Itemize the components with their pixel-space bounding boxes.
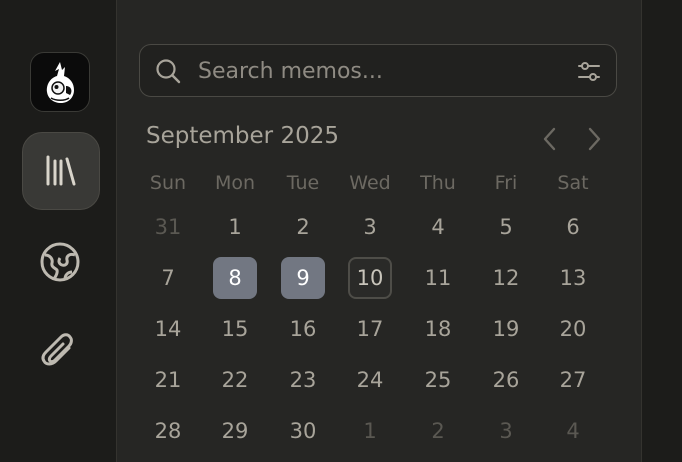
calendar-day[interactable]: 18	[416, 308, 460, 350]
calendar-day[interactable]: 1	[213, 206, 257, 248]
weekday-label: Tue	[286, 172, 320, 194]
calendar-day[interactable]: 30	[281, 410, 325, 452]
calendar-day[interactable]: 22	[213, 359, 257, 401]
calendar-day[interactable]: 3	[348, 206, 392, 248]
weekday-label: Fri	[494, 172, 518, 194]
calendar-month-title: September 2025	[146, 123, 339, 149]
right-edge-panel	[641, 0, 682, 462]
calendar-day[interactable]: 23	[281, 359, 325, 401]
calendar-day[interactable]: 7	[146, 257, 190, 299]
calendar-day[interactable]: 19	[484, 308, 528, 350]
cockatiel-avatar-icon	[46, 62, 74, 103]
calendar-day[interactable]: 28	[146, 410, 190, 452]
weekday-label: Wed	[349, 172, 391, 194]
calendar-day[interactable]: 15	[213, 308, 257, 350]
avatar[interactable]	[30, 52, 90, 112]
calendar-day[interactable]: 21	[146, 359, 190, 401]
calendar-day[interactable]: 24	[348, 359, 392, 401]
calendar-day[interactable]: 5	[484, 206, 528, 248]
calendar-day[interactable]: 4	[551, 410, 595, 452]
calendar-day[interactable]: 20	[551, 308, 595, 350]
weekday-label: Sat	[557, 172, 589, 194]
calendar-day-today[interactable]: 10	[348, 257, 392, 299]
main-panel: September 2025 SunMonTueWedThuFriSat 311…	[117, 0, 641, 462]
weekday-label: Sun	[149, 172, 187, 194]
search-input[interactable]	[198, 53, 558, 89]
globe-icon	[40, 242, 80, 282]
calendar-day[interactable]: 29	[213, 410, 257, 452]
calendar-day[interactable]: 13	[551, 257, 595, 299]
filter-sliders-icon[interactable]	[577, 60, 601, 84]
calendar-day[interactable]: 4	[416, 206, 460, 248]
search-box	[139, 44, 617, 97]
calendar-day[interactable]: 27	[551, 359, 595, 401]
sidebar	[0, 0, 117, 462]
chevron-right-icon[interactable]	[583, 126, 605, 152]
calendar-day[interactable]: 1	[348, 410, 392, 452]
attachments-nav-button[interactable]	[30, 322, 90, 382]
calendar-day[interactable]: 12	[484, 257, 528, 299]
weekday-label: Mon	[214, 172, 256, 194]
calendar-day[interactable]: 11	[416, 257, 460, 299]
library-icon	[46, 155, 76, 186]
calendar-day[interactable]: 25	[416, 359, 460, 401]
paperclip-icon	[41, 333, 73, 366]
calendar-day-selected[interactable]: 9	[281, 257, 325, 299]
calendar-day[interactable]: 2	[416, 410, 460, 452]
calendar-day[interactable]: 2	[281, 206, 325, 248]
calendar-weekday-header: Sun Mon Tue Wed Thu Fri Sat	[134, 172, 624, 198]
calendar-day[interactable]: 3	[484, 410, 528, 452]
calendar-day-selected[interactable]: 8	[213, 257, 257, 299]
calendar-day[interactable]: 17	[348, 308, 392, 350]
calendar-day[interactable]: 31	[146, 206, 190, 248]
search-icon	[156, 59, 181, 84]
library-nav-button[interactable]	[22, 132, 100, 210]
calendar-day[interactable]: 16	[281, 308, 325, 350]
calendar-day[interactable]: 26	[484, 359, 528, 401]
explore-nav-button[interactable]	[30, 232, 90, 292]
calendar-day[interactable]: 6	[551, 206, 595, 248]
weekday-label: Thu	[420, 172, 456, 194]
calendar-day[interactable]: 14	[146, 308, 190, 350]
chevron-left-icon[interactable]	[539, 126, 561, 152]
